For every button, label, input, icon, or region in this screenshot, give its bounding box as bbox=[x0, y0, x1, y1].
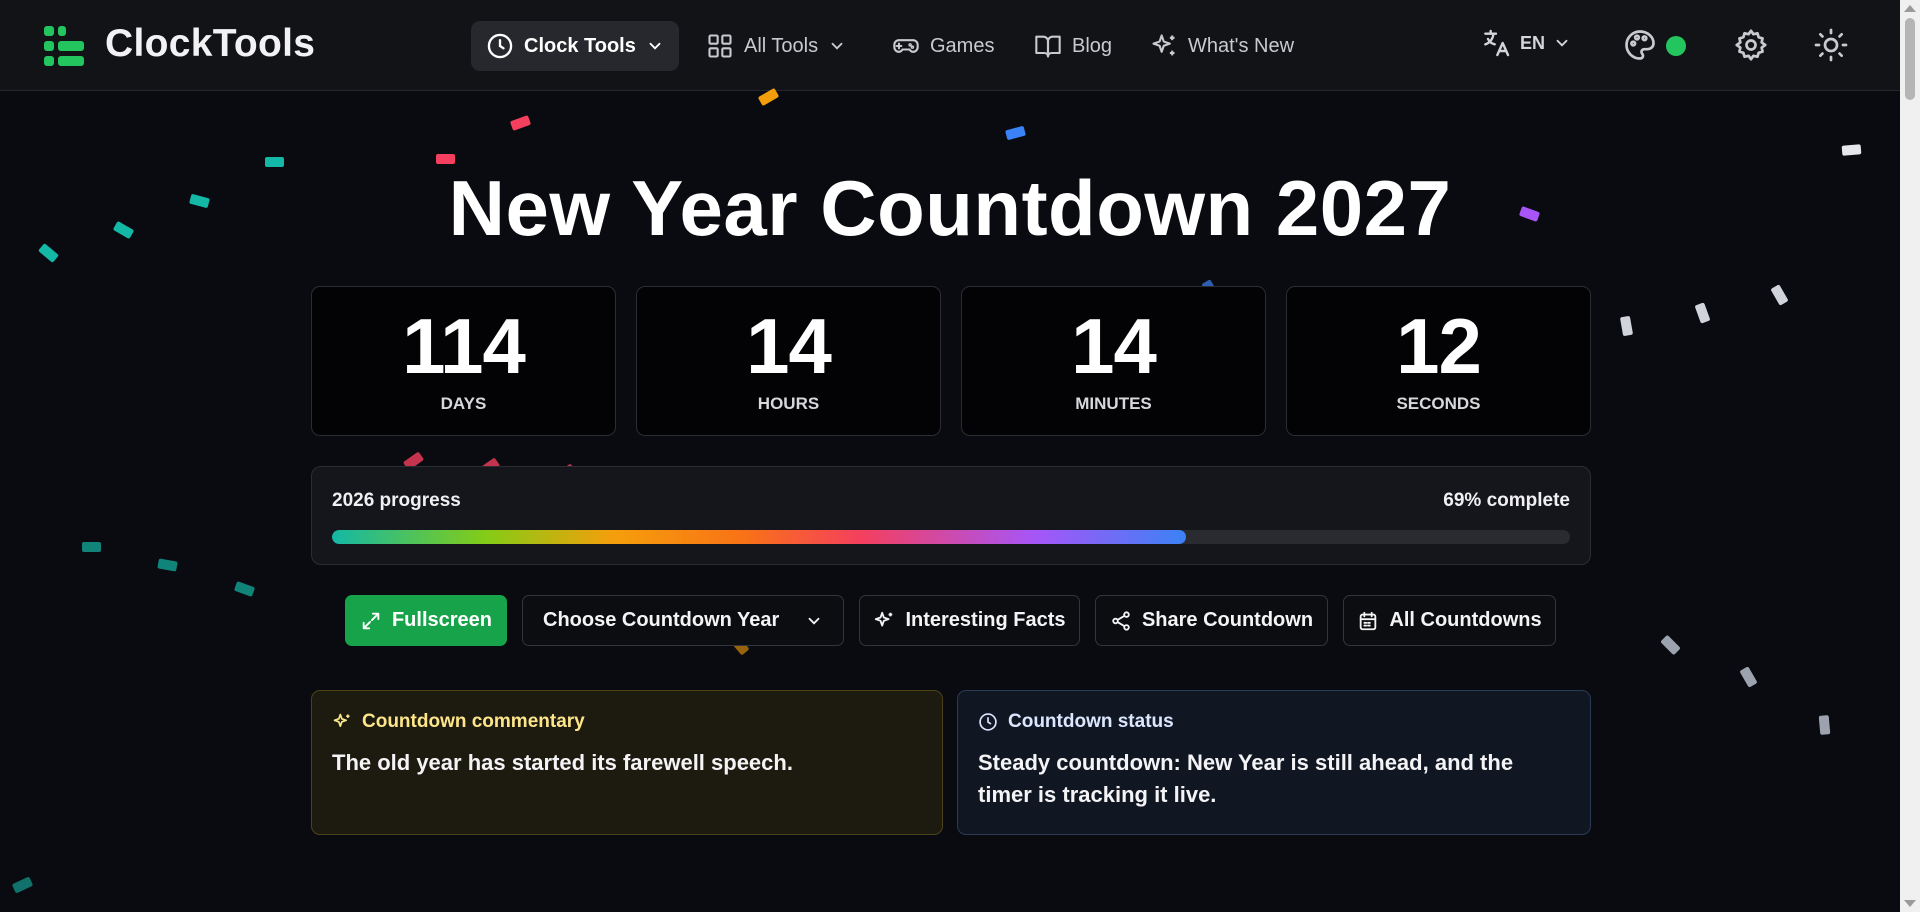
countdown-status-card: Countdown status Steady countdown: New Y… bbox=[957, 690, 1591, 835]
nav-label: Games bbox=[930, 34, 995, 57]
confetti-piece bbox=[1660, 634, 1681, 656]
nav-label: Blog bbox=[1072, 34, 1113, 57]
countdown-commentary-card: Countdown commentary The old year has st… bbox=[311, 690, 943, 835]
nav-games[interactable]: Games bbox=[877, 21, 1009, 71]
progress-status: 69% complete bbox=[1443, 490, 1570, 511]
nav-label: Clock Tools bbox=[524, 34, 636, 57]
status-title: Countdown status bbox=[1008, 711, 1174, 732]
facts-label: Interesting Facts bbox=[905, 609, 1066, 631]
commentary-text: The old year has started its farewell sp… bbox=[332, 750, 793, 775]
sparkles-icon bbox=[333, 713, 350, 727]
progress-track bbox=[332, 530, 1570, 544]
palette-icon[interactable] bbox=[1622, 27, 1658, 63]
days-value: 114 bbox=[402, 302, 526, 390]
scrollbar-thumb[interactable] bbox=[1905, 18, 1915, 100]
countdown-days: 114 DAYS bbox=[311, 286, 616, 436]
all-countdowns-label: All Countdowns bbox=[1389, 609, 1542, 631]
all-countdowns-button[interactable]: All Countdowns bbox=[1343, 595, 1556, 646]
share-icon bbox=[1112, 610, 1130, 631]
countdown-seconds: 12 SECONDS bbox=[1286, 286, 1591, 436]
calendar-icon bbox=[1360, 611, 1377, 630]
confetti-piece bbox=[1619, 315, 1634, 337]
confetti-piece bbox=[1739, 666, 1758, 688]
chevron-down-icon bbox=[649, 42, 661, 50]
theme-color-indicator[interactable] bbox=[1666, 36, 1686, 56]
chevron-down-icon bbox=[808, 617, 820, 625]
expand-icon bbox=[362, 612, 380, 629]
seconds-value: 12 bbox=[1396, 302, 1482, 390]
grid-icon bbox=[708, 34, 732, 58]
clock-icon bbox=[487, 33, 513, 59]
year-progress-card: 2026 progress 69% complete bbox=[311, 466, 1591, 565]
sparkles-icon bbox=[1152, 34, 1175, 56]
book-icon bbox=[1035, 35, 1061, 58]
nav-label: All Tools bbox=[744, 34, 819, 57]
sun-icon[interactable] bbox=[1813, 27, 1849, 63]
minutes-value: 14 bbox=[1071, 302, 1157, 390]
confetti-piece bbox=[233, 581, 256, 597]
days-label: DAYS bbox=[440, 394, 487, 413]
sparkles-icon bbox=[875, 611, 893, 626]
page-scrollbar[interactable] bbox=[1900, 0, 1920, 912]
interesting-facts-button[interactable]: Interesting Facts bbox=[859, 595, 1080, 646]
gear-icon[interactable] bbox=[1733, 27, 1769, 63]
commentary-title: Countdown commentary bbox=[362, 711, 585, 732]
scroll-up-arrow-icon[interactable] bbox=[1904, 5, 1916, 12]
confetti-piece bbox=[509, 115, 532, 131]
clock-icon bbox=[979, 713, 997, 731]
page-title: New Year Countdown 2027 bbox=[448, 164, 1452, 252]
translate-icon bbox=[1484, 29, 1510, 57]
minutes-label: MINUTES bbox=[1075, 394, 1152, 413]
chevron-down-icon bbox=[1556, 39, 1568, 47]
scroll-down-arrow-icon[interactable] bbox=[1904, 900, 1916, 907]
confetti-piece bbox=[82, 542, 101, 552]
chevron-down-icon bbox=[831, 42, 843, 50]
language-selector[interactable]: EN bbox=[1480, 27, 1571, 59]
gamepad-icon bbox=[893, 39, 919, 53]
confetti-piece bbox=[1694, 302, 1711, 324]
status-text: Steady countdown: New Year is still ahea… bbox=[978, 750, 1514, 807]
confetti-piece bbox=[1841, 144, 1862, 156]
brand-name[interactable]: ClockTools bbox=[105, 22, 315, 66]
nav-all-tools[interactable]: All Tools bbox=[691, 21, 861, 71]
progress-fill bbox=[332, 530, 1187, 544]
confetti-piece bbox=[11, 876, 34, 894]
nav-whats-new[interactable]: What's New bbox=[1135, 21, 1309, 71]
nav-label: What's New bbox=[1188, 34, 1295, 57]
fullscreen-button[interactable]: Fullscreen bbox=[345, 595, 507, 646]
countdown-minutes: 14 MINUTES bbox=[961, 286, 1266, 436]
progress-label: 2026 progress bbox=[332, 490, 461, 511]
countdown-year-select[interactable]: Choose Countdown Year bbox=[522, 595, 844, 646]
share-label: Share Countdown bbox=[1141, 609, 1314, 631]
confetti-piece bbox=[1818, 715, 1831, 735]
countdown-hours: 14 HOURS bbox=[636, 286, 941, 436]
language-code: EN bbox=[1520, 32, 1546, 53]
nav-clock-tools[interactable]: Clock Tools bbox=[471, 21, 679, 71]
confetti-piece bbox=[1005, 125, 1026, 141]
select-value: Choose Countdown Year bbox=[543, 609, 780, 631]
nav-blog[interactable]: Blog bbox=[1019, 21, 1127, 71]
seconds-label: SECONDS bbox=[1396, 394, 1481, 413]
fullscreen-label: Fullscreen bbox=[391, 609, 493, 631]
top-navigation-bar: ClockTools Clock Tools All Tools Games B… bbox=[0, 0, 1900, 91]
clocktools-logo-icon[interactable] bbox=[44, 26, 84, 66]
confetti-piece bbox=[1770, 284, 1789, 306]
hours-value: 14 bbox=[746, 302, 832, 390]
hours-label: HOURS bbox=[757, 394, 820, 413]
share-countdown-button[interactable]: Share Countdown bbox=[1095, 595, 1328, 646]
confetti-piece bbox=[157, 558, 178, 572]
